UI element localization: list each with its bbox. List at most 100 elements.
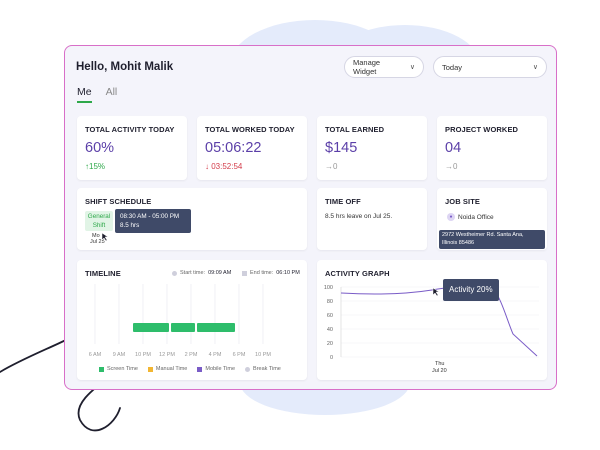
timeline-hour-label: 2 PM [185,352,198,358]
delta-value: 03:52:54 [211,162,243,171]
job-site-card: JOB SITE ● Noida Office 2972 Westheimer … [437,188,547,250]
delta-value: 0 [453,162,458,171]
mouse-cursor-icon [101,232,109,242]
y-tick-label: 60 [327,313,333,319]
legend-label: Break Time [253,366,281,372]
card-title: SHIFT SCHEDULE [85,197,152,206]
total-earned-card: TOTAL EARNED $145 →0 [317,116,427,180]
legend-label: Mobile Time [205,366,236,372]
timeline-hour-label: 10 PM [135,352,151,358]
shift-badge-line: Shift [92,222,106,229]
card-title: TOTAL WORKED TODAY [205,125,295,134]
timeline-legend: Screen Time Manual Time Mobile Time Brea… [99,366,281,372]
page-title: Hello, Mohit Malik [76,61,174,73]
total-activity-card: TOTAL ACTIVITY TODAY 60% ↑15% [77,116,187,180]
arrow-right-icon: → [445,162,453,171]
date-filter-value: Today [442,62,463,72]
tooltip-time: 08:30 AM - 05:00 PM [120,213,180,220]
y-tick-label: 100 [324,285,333,291]
location-pin-icon: ● [447,213,455,221]
end-time: End time: 06:10 PM [242,270,300,276]
x-axis-day: Thu [435,361,445,367]
stat-delta: →0 [445,162,457,171]
screen-time-segment[interactable] [197,323,235,332]
card-title: TOTAL EARNED [325,125,385,134]
delta-value: 15% [89,162,106,171]
legend-item: Mobile Time [197,366,235,372]
address-line: 2972 Westheimer Rd. Santa Ana, [442,232,524,238]
timeline-hour-label: 9 AM [113,352,126,358]
stat-value: 60% [85,140,115,156]
chevron-down-icon: ∨ [409,64,415,71]
stat-value: 05:06:22 [205,140,262,156]
legend-item: Break Time [245,366,281,372]
shift-badge-line: General [87,213,111,220]
y-tick-label: 80 [327,299,333,305]
activity-tooltip-text: Activity 20% [449,285,493,294]
card-title: JOB SITE [445,197,480,206]
tab-me[interactable]: Me [77,86,92,103]
timeline-hour-label: 6 AM [89,352,102,358]
date-filter-dropdown[interactable]: Today ∨ [433,56,547,78]
shift-tooltip: 08:30 AM - 05:00 PM 8.5 hrs [115,209,191,234]
time-off-card: TIME OFF 8.5 hrs leave on Jul 25. [317,188,427,250]
manage-widget-button[interactable]: Manage Widget ∨ [344,56,424,78]
timeline-hour-label: 4 PM [209,352,222,358]
stat-delta: ↑15% [85,162,105,171]
end-time-value: 06:10 PM [276,270,300,276]
end-time-icon [242,270,247,276]
dashboard-window: Hello, Mohit Malik Manage Widget ∨ Today… [64,45,557,390]
tab-all[interactable]: All [106,86,118,103]
end-time-label: End time: [250,270,274,276]
activity-tooltip: Activity 20% [443,279,499,301]
timeline-hour-label: 12 PM [159,352,175,358]
legend-item: Manual Time [147,366,188,372]
legend-swatch [147,366,153,372]
card-title: TOTAL ACTIVITY TODAY [85,125,175,134]
chevron-down-icon: ∨ [532,64,538,71]
mouse-cursor-icon [432,287,440,297]
stat-value: $145 [325,140,358,156]
start-time-label: Start time: [180,270,206,276]
tab-bar: Me All [77,86,117,103]
shift-badge[interactable]: General Shift [85,211,113,231]
card-title: PROJECT WORKED [445,125,519,134]
y-tick-label: 40 [327,327,333,333]
legend-swatch [99,366,104,372]
legend-item: Screen Time [99,366,138,372]
stat-value: 04 [445,140,462,156]
time-off-text: 8.5 hrs leave on Jul 25. [325,213,393,220]
activity-graph-card: ACTIVITY GRAPH 100 80 60 40 20 0 Activity 20%… [317,260,547,380]
address-line: Illinois 85486 [442,239,475,246]
legend-label: Manual Time [155,366,188,372]
legend-label: Screen Time [107,366,138,372]
start-time-icon [172,270,177,276]
legend-swatch [245,366,251,372]
manage-widget-label: Manage Widget [353,58,381,76]
start-time: Start time: 09:09 AM [172,270,231,276]
timeline-chart: 6 AM 9 AM 10 PM 12 PM 2 PM 4 PM 6 PM 10 PM [89,284,271,358]
delta-value: 0 [333,162,338,171]
stage: Hello, Mohit Malik Manage Widget ∨ Today… [0,0,600,450]
card-title: TIMELINE [85,269,121,278]
stat-delta: ↓ 03:52:54 [205,162,242,171]
start-time-value: 09:09 AM [208,270,232,276]
x-axis-date: Jul 20 [432,368,447,374]
screen-time-segment[interactable] [133,323,169,332]
stat-delta: →0 [325,162,337,171]
card-title: TIME OFF [325,197,361,206]
screen-time-segment[interactable] [171,323,195,332]
legend-swatch [197,366,203,372]
timeline-hour-label: 6 PM [233,352,246,358]
timeline-hour-label: 10 PM [255,352,271,358]
address-tooltip: 2972 Westheimer Rd. Santa Ana, Illinois … [439,230,545,250]
job-site-office: Noida Office [458,214,494,221]
activity-chart: 100 80 60 40 20 0 [324,284,539,361]
arrow-right-icon: → [325,162,333,171]
y-tick-label: 0 [330,355,333,361]
timeline-card: TIMELINE Start time: 09:09 AM End time: … [77,260,307,380]
y-tick-label: 20 [327,341,333,347]
tooltip-hours: 8.5 hrs [120,222,140,230]
project-worked-card: PROJECT WORKED 04 →0 [437,116,547,180]
shift-schedule-card: SHIFT SCHEDULE General Shift Mo Jul 25 0… [77,188,307,250]
